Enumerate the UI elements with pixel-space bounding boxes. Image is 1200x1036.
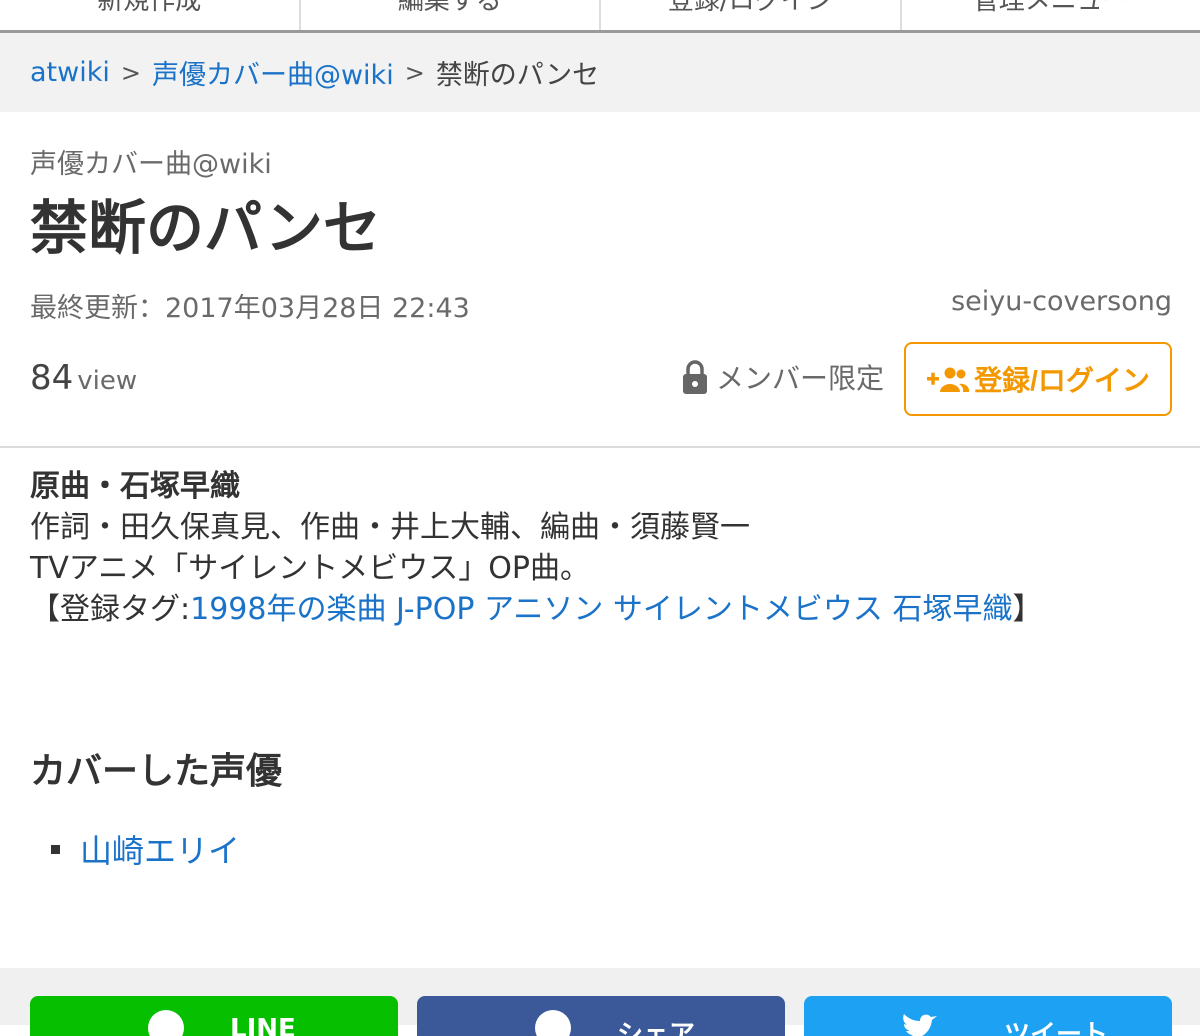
- song-description: TVアニメ「サイレントメビウス」OP曲。: [30, 548, 1140, 589]
- tag-link[interactable]: サイレントメビウス: [613, 592, 883, 627]
- breadcrumb-current: 禁断のパンセ: [436, 53, 599, 92]
- tab-label: 登録/ログイン: [601, 0, 900, 17]
- cover-artist-list: 山崎エリイ: [30, 826, 240, 872]
- share-twitter-button[interactable]: ツイート: [804, 996, 1172, 1036]
- breadcrumb-wiki-link[interactable]: 声優カバー曲@wiki: [152, 53, 394, 92]
- login-button-label: 登録/ログイン: [974, 359, 1150, 399]
- song-credits: 作詞・田久保真見、作曲・井上大輔、編曲・須藤賢一: [30, 507, 1140, 548]
- share-line-button[interactable]: LINE: [30, 996, 398, 1036]
- share-facebook-button[interactable]: シェア: [417, 996, 785, 1036]
- member-only-label: メンバー限定: [716, 357, 884, 397]
- tab-admin-menu[interactable]: 管理メニュー: [902, 0, 1200, 30]
- view-count: 84view: [30, 358, 137, 398]
- view-count-number: 84: [30, 358, 73, 398]
- section-title: カバーした声優: [30, 742, 282, 794]
- member-only-indicator: メンバー限定: [680, 357, 884, 397]
- login-button[interactable]: 登録/ログイン: [904, 342, 1172, 416]
- tag-link[interactable]: 石塚早織: [892, 592, 1012, 627]
- tag-link[interactable]: J-POP: [396, 592, 474, 627]
- tags-prefix: 【登録タグ:: [30, 592, 190, 627]
- share-twitter-label: ツイート: [1004, 1014, 1108, 1036]
- tag-list: 【登録タグ:1998年の楽曲 J-POP アニソン サイレントメビウス 石塚早織…: [30, 589, 1140, 630]
- view-count-unit: view: [77, 366, 137, 396]
- original-artist: 原曲・石塚早織: [30, 466, 1140, 507]
- tab-login[interactable]: 登録/ログイン: [601, 0, 902, 30]
- page-title: 禁断のパンセ: [30, 188, 381, 268]
- header-divider: [0, 446, 1200, 448]
- share-bar: LINE シェア ツイート: [0, 968, 1200, 1025]
- share-facebook-label: シェア: [617, 1014, 695, 1036]
- tag-link[interactable]: アニソン: [484, 592, 603, 627]
- page-content: 原曲・石塚早織 作詞・田久保真見、作曲・井上大輔、編曲・須藤賢一 TVアニメ「サ…: [30, 466, 1140, 630]
- share-line-label: LINE: [230, 1014, 296, 1036]
- lock-icon: [680, 358, 710, 396]
- line-icon: [148, 1010, 184, 1036]
- breadcrumb-separator: >: [121, 59, 141, 87]
- wiki-owner: seiyu-coversong: [951, 286, 1172, 317]
- breadcrumb: atwiki > 声優カバー曲@wiki > 禁断のパンセ: [0, 33, 1200, 112]
- site-name: 声優カバー曲@wiki: [30, 142, 272, 181]
- breadcrumb-atwiki-link[interactable]: atwiki: [30, 57, 110, 88]
- tab-new-page[interactable]: 新規作成: [0, 0, 301, 30]
- tags-suffix: 】: [1012, 592, 1042, 627]
- user-plus-icon: [926, 365, 970, 393]
- facebook-icon: [535, 1010, 571, 1036]
- top-tab-bar: 新規作成 編集する 登録/ログイン 管理メニュー: [0, 0, 1200, 33]
- bullet-icon: [51, 845, 60, 854]
- last-updated: 最終更新：2017年03月28日 22:43: [30, 286, 470, 325]
- cover-artist-link[interactable]: 山崎エリイ: [80, 826, 240, 872]
- twitter-bird-icon: [900, 1012, 940, 1036]
- tag-link[interactable]: 1998年の楽曲: [190, 592, 386, 627]
- tab-label: 編集する: [301, 0, 600, 17]
- tab-label: 新規作成: [0, 0, 299, 17]
- tab-label: 管理メニュー: [902, 0, 1200, 17]
- tab-edit[interactable]: 編集する: [301, 0, 602, 30]
- list-item: 山崎エリイ: [30, 826, 240, 872]
- breadcrumb-separator: >: [405, 59, 425, 87]
